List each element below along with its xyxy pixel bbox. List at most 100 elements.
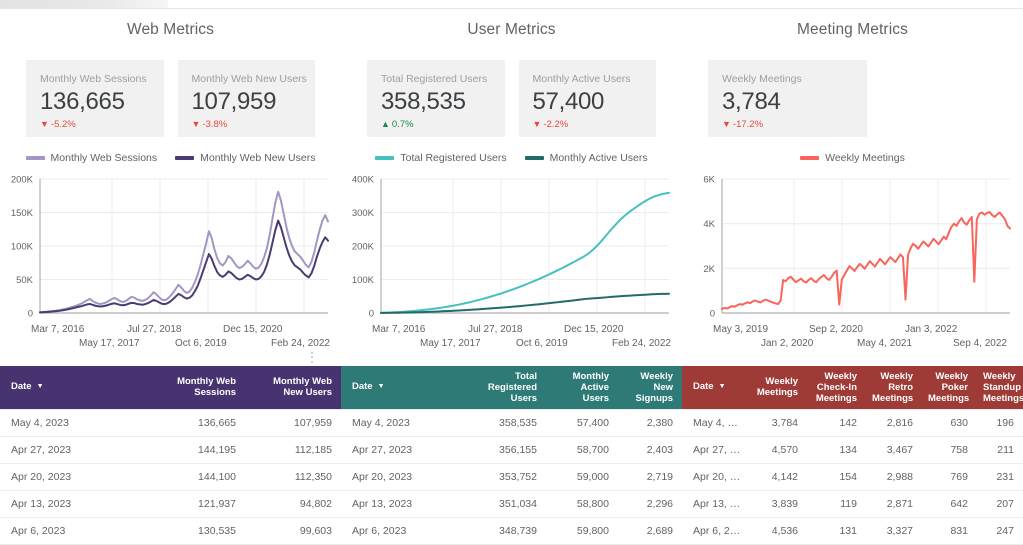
chart-plot-area[interactable]: 0 2K 4K 6K xyxy=(682,173,1023,323)
table-cell-value: 58,800 xyxy=(546,490,618,518)
column-header[interactable]: Weekly New Signups xyxy=(618,366,682,410)
chart-legend: Weekly Meetings xyxy=(682,151,1023,165)
table-cell-value: 247 xyxy=(977,517,1023,545)
sort-caret-icon[interactable]: ▼ xyxy=(378,383,385,390)
chart-block: Monthly Web Sessions Monthly Web New User… xyxy=(0,151,341,355)
svg-text:4K: 4K xyxy=(703,219,715,230)
table-cell-value: 99,603 xyxy=(245,517,341,545)
column-header[interactable]: Weekly Standup Meetings xyxy=(977,366,1023,410)
table-row[interactable]: Apr 27, 2023 356,155 58,700 2,403 xyxy=(341,436,682,464)
table-cell-date: Apr 20, … xyxy=(682,463,749,491)
column-header[interactable]: Monthly Active Users xyxy=(546,366,618,410)
table-row[interactable]: Apr 6, 2… 4,536 131 3,327 831 247 xyxy=(682,517,1023,545)
table-cell-value: 4,142 xyxy=(749,463,807,491)
svg-text:100K: 100K xyxy=(352,275,375,286)
scorecard-group: Total Registered Users 358,535 ▲ 0.7% Monthl… xyxy=(341,60,682,137)
table-header-row: Date ▼ Total Registered Users Monthly Activ… xyxy=(341,365,682,410)
scorecard[interactable]: Monthly Web Sessions 136,665 ▼ -5.2% xyxy=(26,60,164,137)
table-row[interactable]: Apr 13, 2023 121,937 94,802 xyxy=(0,490,341,518)
column-header[interactable]: Weekly Meetings xyxy=(749,366,807,410)
table-cell-value: 2,871 xyxy=(866,490,922,518)
scorecard-label: Weekly Meetings xyxy=(722,73,802,85)
table-cell-value: 112,185 xyxy=(245,436,341,464)
legend-item[interactable]: Total Registered Users xyxy=(375,152,507,164)
svg-text:100K: 100K xyxy=(11,242,34,253)
table-cell-value: 3,784 xyxy=(749,409,807,437)
table-cell-value: 2,816 xyxy=(866,409,922,437)
legend-label: Total Registered Users xyxy=(400,152,507,164)
table-cell-value: 351,034 xyxy=(466,490,546,518)
x-axis-tick-label: May 3, 2019 xyxy=(713,324,769,335)
legend-swatch-icon xyxy=(524,156,544,160)
table-row[interactable]: Apr 20, … 4,142 154 2,988 769 231 xyxy=(682,463,1023,491)
table-cell-date: Apr 20, 2023 xyxy=(341,463,466,491)
column-header-label: Date xyxy=(693,381,714,393)
chart-block: Weekly Meetings 0 2K 4K 6K May 3, 2019 Jan 2, … xyxy=(682,151,1023,355)
legend-item[interactable]: Weekly Meetings xyxy=(800,152,905,164)
column-header[interactable]: Date ▼ xyxy=(0,366,150,410)
column-header[interactable]: Weekly Check-In Meetings xyxy=(807,366,866,410)
x-axis-tick-label: Feb 24, 2022 xyxy=(271,338,330,349)
table-row[interactable]: May 4, … 3,784 142 2,816 630 196 xyxy=(682,409,1023,437)
sort-caret-icon[interactable]: ▼ xyxy=(719,383,726,390)
scorecard[interactable]: Monthly Active Users 57,400 ▼ -2.2% xyxy=(518,60,656,137)
legend-item[interactable]: Monthly Web New Users xyxy=(175,152,315,164)
scorecard-value: 3,784 xyxy=(722,88,781,115)
table-row[interactable]: Apr 20, 2023 353,752 59,000 2,719 xyxy=(341,463,682,491)
scorecard[interactable]: Weekly Meetings 3,784 ▼ -17.2% xyxy=(708,60,867,137)
x-axis-tick-label: Jul 27, 2018 xyxy=(468,324,523,335)
table-row[interactable]: Apr 27, 2023 144,195 112,185 xyxy=(0,436,341,464)
column-header[interactable]: Monthly Web New Users xyxy=(245,366,341,410)
table-row[interactable]: Apr 6, 2023 130,535 99,603 xyxy=(0,517,341,545)
scorecard-value: 136,665 xyxy=(40,88,125,115)
arrow-down-icon: ▼ xyxy=(722,119,731,129)
column-header[interactable]: Weekly Retro Meetings xyxy=(866,366,922,410)
table-row[interactable]: Apr 6, 2023 348,739 59,800 2,689 xyxy=(341,517,682,545)
data-table: Date ▼ Monthly Web Sessions Monthly Web New… xyxy=(0,365,341,545)
column-header[interactable]: Monthly Web Sessions xyxy=(150,366,245,410)
legend-label: Monthly Active Users xyxy=(549,152,648,164)
legend-item[interactable]: Monthly Web Sessions xyxy=(25,152,157,164)
scorecard-delta-value: -2.2% xyxy=(543,119,569,130)
column-header-label: Total Registered Users xyxy=(487,370,537,404)
chart-plot-area[interactable]: 0 50K 100K 150K 200K xyxy=(0,173,341,323)
x-axis-tick-label: Mar 7, 2016 xyxy=(31,324,85,335)
x-axis-tick-label: Sep 2, 2020 xyxy=(809,324,863,335)
sort-caret-icon[interactable]: ▼ xyxy=(37,383,44,390)
x-axis-tick-label: May 17, 2017 xyxy=(420,338,481,349)
table-cell-date: Apr 20, 2023 xyxy=(0,463,150,491)
scorecard-value: 57,400 xyxy=(532,88,605,115)
table-row[interactable]: Apr 13, 2023 351,034 58,800 2,296 xyxy=(341,490,682,518)
more-options-icon[interactable] xyxy=(305,348,319,366)
table-cell-value: 211 xyxy=(977,436,1023,464)
x-axis-tick-label: Jan 2, 2020 xyxy=(761,338,814,349)
data-table-wrapper: Date ▼ Weekly Meetings Weekly Check-In Meet… xyxy=(682,365,1023,545)
arrow-up-icon: ▲ xyxy=(381,119,390,129)
scorecard[interactable]: Total Registered Users 358,535 ▲ 0.7% xyxy=(367,60,505,137)
chart-plot-area[interactable]: 0 100K 200K 300K 400K xyxy=(341,173,682,323)
svg-text:0: 0 xyxy=(369,309,374,320)
column-header[interactable]: Date ▼ xyxy=(341,366,466,410)
table-row[interactable]: Apr 13, … 3,839 119 2,871 642 207 xyxy=(682,490,1023,518)
scorecard-group: Weekly Meetings 3,784 ▼ -17.2% xyxy=(682,60,1023,137)
table-row[interactable]: May 4, 2023 358,535 57,400 2,380 xyxy=(341,409,682,437)
column-header-label: Weekly Retro Meetings xyxy=(872,370,914,404)
table-cell-value: 769 xyxy=(922,463,977,491)
scorecard[interactable]: Monthly Web New Users 107,959 ▼ -3.8% xyxy=(177,60,315,137)
x-axis-tick-label: Oct 6, 2019 xyxy=(175,338,227,349)
column-header[interactable]: Date ▼ xyxy=(682,366,749,410)
scorecard-value: 107,959 xyxy=(191,88,277,115)
arrow-down-icon: ▼ xyxy=(532,119,542,129)
legend-swatch-icon xyxy=(800,156,820,160)
legend-item[interactable]: Monthly Active Users xyxy=(524,152,648,164)
x-axis-tick-label: Mar 7, 2016 xyxy=(372,324,426,335)
table-cell-value: 130,535 xyxy=(150,517,245,545)
column-header[interactable]: Weekly Poker Meetings xyxy=(922,366,977,410)
column-header[interactable]: Total Registered Users xyxy=(466,366,546,410)
chart-x-axis: Mar 7, 2016 May 17, 2017 Jul 27, 2018 Oct 6… xyxy=(0,323,341,355)
table-row[interactable]: Apr 20, 2023 144,100 112,350 xyxy=(0,463,341,491)
table-row[interactable]: Apr 27, … 4,570 134 3,467 758 211 xyxy=(682,436,1023,464)
svg-text:200K: 200K xyxy=(11,175,34,186)
table-row[interactable]: May 4, 2023 136,665 107,959 xyxy=(0,409,341,437)
scorecard-delta: ▼ -3.8% xyxy=(192,118,302,131)
